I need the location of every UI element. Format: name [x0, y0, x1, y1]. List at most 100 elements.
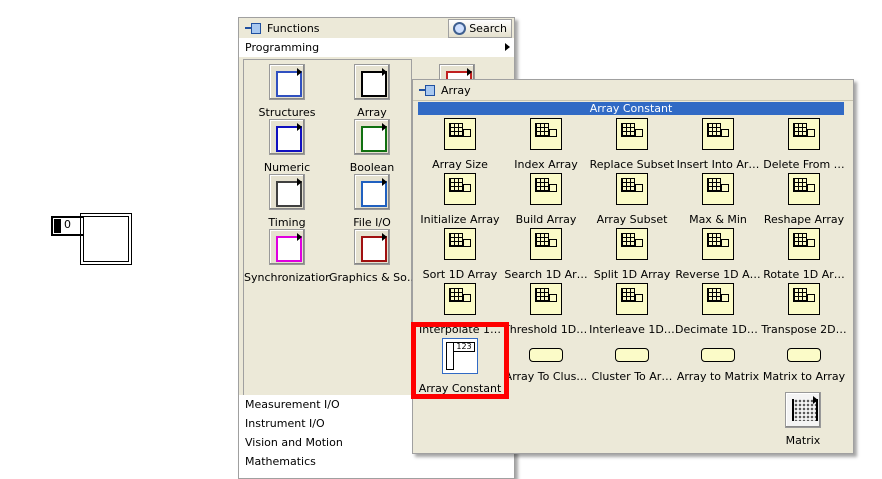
function-cluster-to-ar[interactable]: Cluster To Ar… — [589, 338, 675, 383]
function-rotate-1d-ar[interactable]: Rotate 1D Ar… — [761, 228, 847, 281]
function-reverse-1d-a[interactable]: Reverse 1D A… — [675, 228, 761, 281]
submenu-arrow-icon — [382, 68, 387, 76]
matrix-icon — [785, 392, 821, 428]
category-label: Timing — [268, 216, 306, 229]
function-icon — [788, 228, 820, 260]
function-label: Initialize Array — [420, 213, 500, 226]
function-label: Index Array — [514, 158, 578, 171]
category-label: Programming — [245, 41, 320, 54]
category-file-io[interactable]: File I/O — [329, 174, 415, 229]
function-array-subset[interactable]: Array Subset — [589, 173, 675, 226]
submenu-arrow-icon — [382, 123, 387, 131]
function-icon — [615, 348, 649, 362]
function-sort-1d-array[interactable]: Sort 1D Array — [417, 228, 503, 281]
highlight-bar: Array Constant — [418, 102, 844, 115]
function-label: Matrix to Array — [762, 370, 846, 383]
palette-title: Array — [441, 83, 471, 97]
function-icon — [616, 173, 648, 205]
submenu-arrow-icon — [382, 233, 387, 241]
function-icon — [616, 118, 648, 150]
function-icon — [444, 228, 476, 260]
category-boolean[interactable]: Boolean — [329, 119, 415, 174]
function-delete-from[interactable]: Delete From … — [761, 118, 847, 171]
search-label: Search — [469, 22, 507, 35]
search-button[interactable]: Search — [448, 19, 512, 38]
functions-palette-header[interactable]: Functions Search — [239, 18, 514, 39]
function-matrix-to-array[interactable]: Matrix to Array — [761, 338, 847, 383]
function-decimate-1d[interactable]: Decimate 1D … — [675, 283, 761, 336]
palette-title: Functions — [267, 21, 320, 35]
function-insert-into-ar[interactable]: Insert Into Ar… — [675, 118, 761, 171]
function-icon — [788, 173, 820, 205]
function-array-size[interactable]: Array Size — [417, 118, 503, 171]
category-list-item[interactable]: Mathematics — [239, 452, 514, 471]
function-label: Search 1D Ar… — [504, 268, 588, 281]
index-value: 0 — [64, 218, 71, 231]
function-icon — [787, 348, 821, 362]
function-reshape-array[interactable]: Reshape Array — [761, 173, 847, 226]
pin-icon[interactable] — [245, 22, 261, 34]
category-label: Structures — [258, 106, 316, 119]
submenu-arrow-icon — [505, 43, 510, 51]
function-label: Insert Into Ar… — [676, 158, 760, 171]
category-structures[interactable]: Structures — [244, 64, 330, 119]
function-icon — [702, 283, 734, 315]
function-icon — [702, 173, 734, 205]
function-split-1d-array[interactable]: Split 1D Array — [589, 228, 675, 281]
function-icon — [616, 283, 648, 315]
function-icon — [530, 283, 562, 315]
matrix-subpalette[interactable]: Matrix — [760, 392, 846, 447]
category-graphics-sound[interactable]: Graphics & So… — [329, 229, 415, 284]
boolean-icon — [354, 119, 390, 155]
function-icon — [788, 283, 820, 315]
category-timing[interactable]: Timing — [244, 174, 330, 229]
function-search-1d-ar[interactable]: Search 1D Ar… — [503, 228, 589, 281]
timing-icon — [269, 174, 305, 210]
function-label: Reverse 1D A… — [675, 268, 761, 281]
category-programming[interactable]: Programming — [239, 38, 514, 57]
function-icon — [788, 118, 820, 150]
array-palette-header[interactable]: Array — [413, 80, 853, 101]
pin-icon[interactable] — [419, 84, 435, 96]
function-icon — [702, 118, 734, 150]
magnifier-icon — [453, 22, 467, 35]
function-array-to-clus[interactable]: Array To Clus… — [503, 338, 589, 383]
category-label: Boolean — [349, 161, 395, 174]
category-numeric[interactable]: Numeric — [244, 119, 330, 174]
file-io-icon — [354, 174, 390, 210]
function-threshold-1d[interactable]: Threshold 1D … — [503, 283, 589, 336]
category-synchronization[interactable]: Synchronization — [244, 229, 330, 284]
synchronization-icon — [269, 229, 305, 265]
submenu-arrow-icon — [297, 68, 302, 76]
function-index-array[interactable]: Index Array — [503, 118, 589, 171]
function-icon — [530, 228, 562, 260]
function-label: Replace Subset — [589, 158, 675, 171]
function-label: Rotate 1D Ar… — [763, 268, 845, 281]
function-label: Cluster To Ar… — [591, 370, 673, 383]
function-icon — [444, 283, 476, 315]
index-stepper[interactable] — [54, 219, 61, 233]
function-array-to-matrix[interactable]: Array to Matrix — [675, 338, 761, 383]
function-label: Interleave 1D… — [589, 323, 675, 336]
array-icon — [354, 64, 390, 100]
category-array[interactable]: Array — [329, 64, 415, 119]
function-max-min[interactable]: Max & Min — [675, 173, 761, 226]
category-label: Graphics & So… — [329, 271, 415, 284]
function-initialize-array[interactable]: Initialize Array — [417, 173, 503, 226]
array-control[interactable]: 0 — [51, 213, 133, 266]
category-label: Synchronization — [244, 271, 330, 284]
function-label: Max & Min — [689, 213, 747, 226]
function-build-array[interactable]: Build Array — [503, 173, 589, 226]
array-element-box[interactable] — [80, 213, 132, 265]
submenu-arrow-icon — [467, 68, 472, 76]
selection-highlight-box — [411, 322, 509, 399]
function-label: Sort 1D Array — [422, 268, 498, 281]
programming-subpalette: StructuresArrayNumericBooleanComparisonT… — [243, 59, 490, 396]
function-transpose-2d[interactable]: Transpose 2D… — [761, 283, 847, 336]
function-replace-subset[interactable]: Replace Subset — [589, 118, 675, 171]
function-icon — [444, 173, 476, 205]
array-index-display[interactable]: 0 — [51, 216, 85, 236]
structures-icon — [269, 64, 305, 100]
function-interleave-1d[interactable]: Interleave 1D… — [589, 283, 675, 336]
function-label: Array Size — [432, 158, 488, 171]
